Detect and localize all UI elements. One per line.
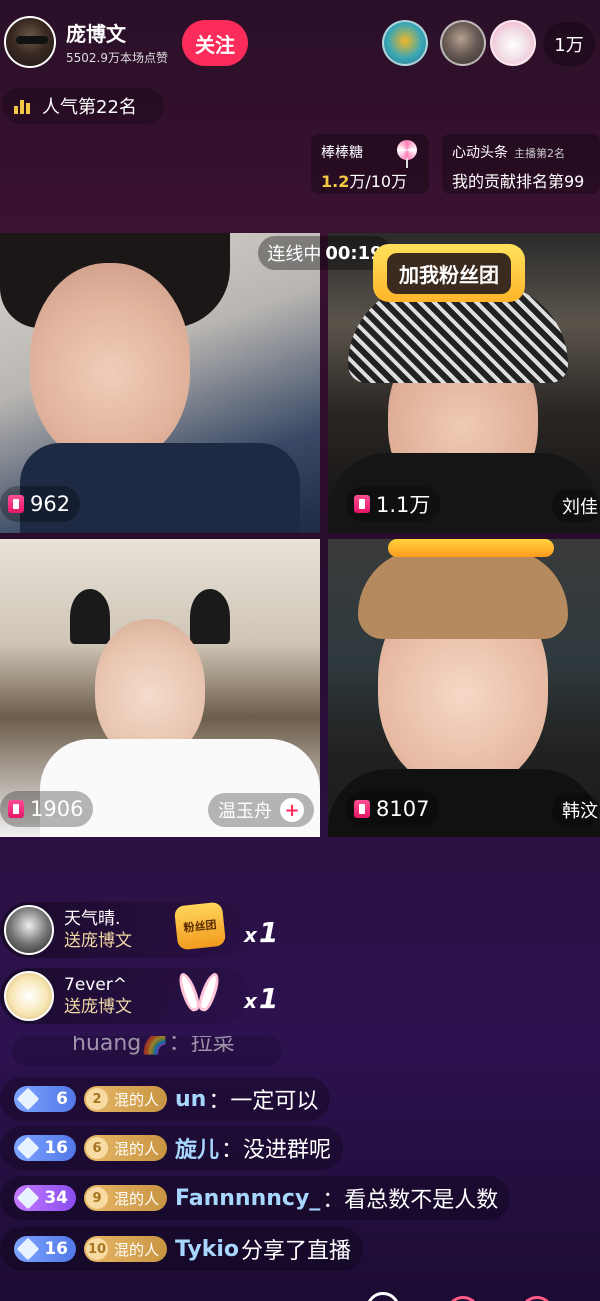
fan-club-badge: 2 混的人 — [84, 1086, 168, 1112]
like-icon[interactable] — [446, 1296, 480, 1301]
tile-coins-value: 962 — [30, 492, 71, 516]
follow-button[interactable]: 关注 — [182, 20, 248, 66]
gift-icon[interactable] — [520, 1296, 554, 1301]
lollipop-current: 1.2 — [321, 172, 350, 191]
chat-text: ：一定可以 — [208, 1089, 319, 1114]
user-level-badge: 16 — [14, 1135, 76, 1161]
ticket-icon — [8, 800, 24, 818]
host-avatar[interactable] — [4, 16, 56, 68]
user-level-badge: 6 — [14, 1086, 76, 1112]
chat-text: ：没进群呢 — [221, 1138, 332, 1163]
gift-multiplier: x1 — [244, 982, 279, 1015]
diamond-icon — [16, 1237, 40, 1261]
chat-message[interactable]: 16 6 混的人 旋儿 ：没进群呢 — [0, 1126, 344, 1170]
chat-username[interactable]: Tykio — [175, 1237, 239, 1262]
popularity-rank[interactable]: 人气第22名 — [2, 88, 164, 124]
user-level-badge: 34 — [14, 1185, 76, 1211]
tile-streamer-name-follow[interactable]: 温玉舟 + — [208, 793, 314, 827]
diamond-icon — [16, 1087, 40, 1111]
chat-username[interactable]: 旋儿 — [175, 1132, 219, 1164]
headline-sub: 主播第2名 — [514, 147, 565, 160]
gift-sender-name: 7ever^ — [64, 974, 128, 995]
gift-target: 送庞博文 — [64, 931, 132, 951]
ticket-icon — [354, 800, 370, 818]
gift-sender-name: 天气晴. — [64, 908, 121, 929]
lollipop-current-unit: 万 — [349, 172, 366, 191]
chat-message-faded: huang🌈：拉菜 — [12, 1036, 282, 1066]
lollipop-target: /10万 — [365, 172, 408, 191]
headline-rank-card[interactable]: 心动头条 主播第2名 我的贡献排名第99 — [442, 134, 600, 194]
lollipop-goal-card[interactable]: 棒棒糖 1.2万/10万 — [311, 134, 429, 194]
fan-club-badge: 10 混的人 — [84, 1236, 168, 1262]
tile-badge-strip — [388, 539, 554, 557]
join-fan-club-badge[interactable]: 加我粉丝团 — [373, 244, 525, 302]
connect-status: 连线中 00:19 — [258, 236, 392, 270]
tile-coins[interactable]: 962 — [0, 486, 81, 522]
diamond-icon — [16, 1186, 40, 1210]
top-viewer-avatar[interactable] — [382, 20, 428, 66]
fan-badge-label: 加我粉丝团 — [387, 252, 511, 294]
bar-chart-icon — [14, 98, 30, 114]
chat-text: ：看总数不是人数 — [322, 1188, 499, 1213]
chat-message[interactable]: 16 10 混的人 Tykio 分享了直播 — [0, 1227, 364, 1271]
ticket-icon — [354, 495, 370, 513]
gift-target: 送庞博文 — [64, 997, 132, 1017]
connect-label: 连线中 — [267, 244, 322, 265]
streamer-face — [95, 619, 205, 759]
headline-value: 我的贡献排名第99 — [452, 172, 585, 191]
chat-message[interactable]: 34 9 混的人 Fannnnncy_ ：看总数不是人数 — [0, 1176, 511, 1220]
chat-message[interactable]: 6 2 混的人 un ：一定可以 — [0, 1077, 331, 1121]
gift-sender-avatar[interactable] — [4, 971, 54, 1021]
fan-club-badge: 9 混的人 — [84, 1185, 168, 1211]
gift-sender-avatar[interactable] — [4, 905, 54, 955]
tile-coins[interactable]: 1906 — [0, 791, 94, 827]
tile-coins[interactable]: 1.1万 — [346, 486, 441, 522]
share-icon[interactable] — [366, 1292, 400, 1301]
gift-multiplier: x1 — [244, 916, 279, 949]
host-name: 庞博文 — [66, 22, 126, 46]
rank-label: 人气第22名 — [42, 97, 137, 118]
top-viewer-avatar[interactable] — [440, 20, 486, 66]
tile-streamer-name[interactable]: 韩汶 — [552, 793, 600, 827]
tile-coins-value: 1906 — [30, 797, 84, 821]
chat-username[interactable]: un — [175, 1087, 206, 1112]
chat-username[interactable]: Fannnnncy_ — [175, 1186, 320, 1211]
diamond-icon — [16, 1136, 40, 1160]
tile-streamer-name[interactable]: 刘佳 — [552, 489, 600, 523]
bunny-ears-gift-icon — [175, 970, 224, 1018]
chat-text: 分享了直播 — [241, 1239, 352, 1264]
tile-streamer-name: 温玉舟 — [218, 801, 272, 822]
fan-club-gift-icon: 粉丝团 — [173, 901, 227, 951]
user-level-badge: 16 — [14, 1236, 76, 1262]
tile-coins[interactable]: 8107 — [346, 791, 440, 827]
top-viewer-avatar[interactable] — [490, 20, 536, 66]
fan-club-badge: 6 混的人 — [84, 1135, 168, 1161]
viewer-count[interactable]: 1万 — [543, 22, 595, 66]
lollipop-icon — [397, 140, 417, 168]
host-likes: 5502.9万本场点赞 — [66, 51, 168, 65]
bottom-toolbar — [360, 1290, 600, 1301]
plus-icon[interactable]: + — [280, 798, 304, 822]
headline-title: 心动头条 — [452, 145, 508, 161]
streamer-face — [30, 263, 190, 463]
tile-coins-value: 1.1万 — [376, 493, 431, 517]
ticket-icon — [8, 495, 24, 513]
tile-coins-value: 8107 — [376, 797, 430, 821]
